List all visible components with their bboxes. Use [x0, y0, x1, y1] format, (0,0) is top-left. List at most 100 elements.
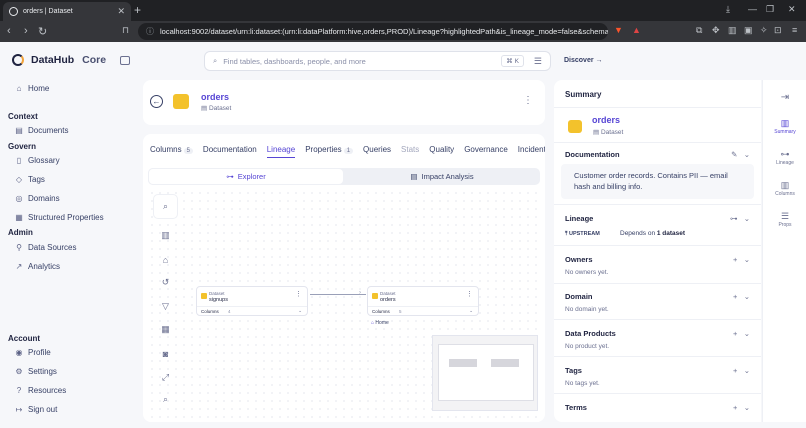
home-view-icon[interactable]: ⌂: [153, 247, 178, 272]
tab-governance[interactable]: Governance: [464, 145, 508, 158]
wallet-icon[interactable]: ▣: [744, 25, 753, 36]
tab-queries[interactable]: Queries: [363, 145, 391, 158]
node-menu-icon[interactable]: ⋮: [295, 290, 302, 298]
discover-link[interactable]: Discover →: [564, 57, 603, 64]
divider: [554, 283, 761, 284]
home-badge-label: Home: [375, 320, 389, 326]
lineage-node-center[interactable]: Dataset orders ⋮ Columns 5 ⌄: [367, 286, 479, 316]
sidebar-item-structured-properties[interactable]: ▦ Structured Properties: [13, 213, 103, 222]
minimize-icon[interactable]: —: [748, 4, 757, 14]
add-icon[interactable]: +: [733, 255, 737, 264]
calendar-icon[interactable]: ▦: [153, 317, 178, 342]
sidebar-item-analytics[interactable]: ↗ Analytics: [13, 262, 60, 271]
chevron-down-icon[interactable]: ⌄: [744, 214, 750, 223]
browser-tab[interactable]: orders | Dataset ✕: [3, 2, 131, 21]
more-actions-icon[interactable]: ⋮: [523, 95, 533, 106]
rail-item-props[interactable]: ☰ Props: [763, 211, 806, 228]
tab-lineage[interactable]: Lineage: [266, 145, 296, 158]
tab-documentation[interactable]: Documentation: [203, 145, 257, 158]
tab-quality[interactable]: Quality: [429, 145, 454, 158]
add-icon[interactable]: +: [733, 292, 737, 301]
close-tab-icon[interactable]: ✕: [117, 6, 125, 17]
menu-icon[interactable]: ≡: [792, 25, 797, 35]
chevron-down-icon[interactable]: ⌄: [744, 292, 750, 301]
sidebar-toggle-icon[interactable]: ▥: [728, 25, 737, 36]
sidebar-item-documents[interactable]: ▤ Documents: [13, 126, 68, 135]
back-arrow-icon[interactable]: ←: [150, 95, 163, 108]
brave-rewards-icon[interactable]: ▲: [632, 25, 641, 35]
forward-nav-icon[interactable]: ›: [24, 25, 28, 37]
leo-icon[interactable]: ✧: [760, 25, 768, 36]
chevron-down-icon[interactable]: ⌄: [744, 329, 750, 338]
close-panel-icon[interactable]: ⇥: [763, 92, 806, 103]
sidebar-item-sign-out[interactable]: ↦ Sign out: [13, 405, 58, 414]
tab-properties[interactable]: Properties 1: [305, 145, 354, 158]
new-tab-icon[interactable]: +: [134, 3, 141, 17]
search-filter-icon[interactable]: ☰: [534, 56, 542, 67]
sidebar-item-glossary[interactable]: ▯ Glossary: [13, 156, 60, 165]
node-menu-icon[interactable]: ⋮: [466, 290, 473, 298]
lineage-node-upstream[interactable]: Dataset signups ⋮ Columns 4 ⌄: [196, 286, 308, 316]
global-search[interactable]: ⌕ Find tables, dashboards, people, and m…: [204, 51, 551, 71]
impact-analysis-button[interactable]: ▤ Impact Analysis: [344, 168, 540, 185]
brave-shield-icon[interactable]: ▼: [614, 25, 623, 35]
node-columns-toggle[interactable]: Columns 4 ⌄: [197, 306, 307, 317]
close-window-icon[interactable]: ✕: [788, 4, 796, 15]
layout-icon[interactable]: ▥: [153, 223, 178, 248]
canvas-search-icon[interactable]: ⌕: [153, 194, 178, 219]
sidebar-item-domains[interactable]: ◎ Domains: [13, 194, 60, 203]
filter-icon[interactable]: ▽: [153, 294, 178, 319]
sidebar-item-resources[interactable]: ? Resources: [13, 386, 66, 395]
vpn-icon[interactable]: ⊡: [774, 25, 782, 36]
edit-icon[interactable]: ✎: [731, 150, 737, 159]
sidebar-item-profile[interactable]: ◉ Profile: [13, 348, 51, 357]
entity-name[interactable]: orders: [201, 92, 229, 102]
extension-icon[interactable]: ⧉: [696, 25, 702, 36]
depends-value[interactable]: 1 dataset: [657, 230, 685, 237]
rail-item-summary[interactable]: ▥ Summary: [763, 118, 806, 135]
reload-icon[interactable]: ↻: [38, 25, 47, 38]
sidebar-item-home[interactable]: ⌂ Home: [13, 84, 50, 93]
search-icon: ⌕: [213, 56, 218, 65]
summary-entity-name[interactable]: orders: [592, 115, 620, 125]
add-icon[interactable]: +: [733, 403, 737, 412]
domain-actions: + ⌄: [733, 292, 750, 301]
zoom-search-icon[interactable]: ⌕: [153, 387, 178, 412]
lineage-graph-icon[interactable]: ⊶: [730, 214, 738, 223]
restore-icon[interactable]: ❐: [766, 4, 774, 15]
camera-icon[interactable]: ◙: [153, 341, 178, 366]
chevron-down-icon[interactable]: ⌄: [744, 255, 750, 264]
download-icon[interactable]: ⤓: [726, 4, 730, 15]
site-info-icon[interactable]: ⓘ: [146, 26, 154, 37]
minimap-node: [491, 359, 519, 367]
brand[interactable]: DataHub Core: [12, 54, 106, 66]
chevron-down-icon[interactable]: ⌄: [744, 366, 750, 375]
explorer-button[interactable]: ⊶ Explorer: [148, 168, 344, 185]
bookmark-icon[interactable]: ⊓: [122, 25, 129, 36]
sidebar-item-tags[interactable]: ◇ Tags: [13, 175, 45, 184]
summary-title: Summary: [565, 90, 602, 99]
tab-incidents[interactable]: Incidents: [518, 145, 545, 158]
add-icon[interactable]: +: [733, 329, 737, 338]
section-context: Context: [8, 112, 38, 121]
rail-item-lineage[interactable]: ⊶ Lineage: [763, 149, 806, 166]
back-nav-icon[interactable]: ‹: [7, 25, 11, 37]
sidebar-item-settings[interactable]: ⚙ Settings: [13, 367, 57, 376]
add-icon[interactable]: +: [733, 366, 737, 375]
favicon-icon: [9, 7, 18, 16]
puzzle-icon[interactable]: ✥: [712, 25, 720, 36]
tab-stats[interactable]: Stats: [401, 145, 419, 158]
rail-item-columns[interactable]: ▥ Columns: [763, 180, 806, 197]
collapse-sidebar-icon[interactable]: [120, 56, 130, 65]
chevron-down-icon[interactable]: ⌄: [744, 403, 750, 412]
address-bar[interactable]: ⓘ localhost:9002/dataset/urn:li:dataset:…: [138, 23, 608, 40]
sidebar-item-data-sources[interactable]: ⚲ Data Sources: [13, 243, 76, 252]
lineage-minimap[interactable]: [432, 335, 538, 411]
history-icon[interactable]: ↺: [153, 270, 178, 295]
tab-columns[interactable]: Columns 5: [150, 145, 193, 158]
node-columns-toggle[interactable]: Columns 5 ⌄: [368, 306, 478, 317]
chevron-down-icon[interactable]: ⌄: [744, 150, 750, 159]
sidebar-item-label: Resources: [28, 386, 67, 395]
divider: [554, 107, 761, 108]
divider: [554, 142, 761, 143]
